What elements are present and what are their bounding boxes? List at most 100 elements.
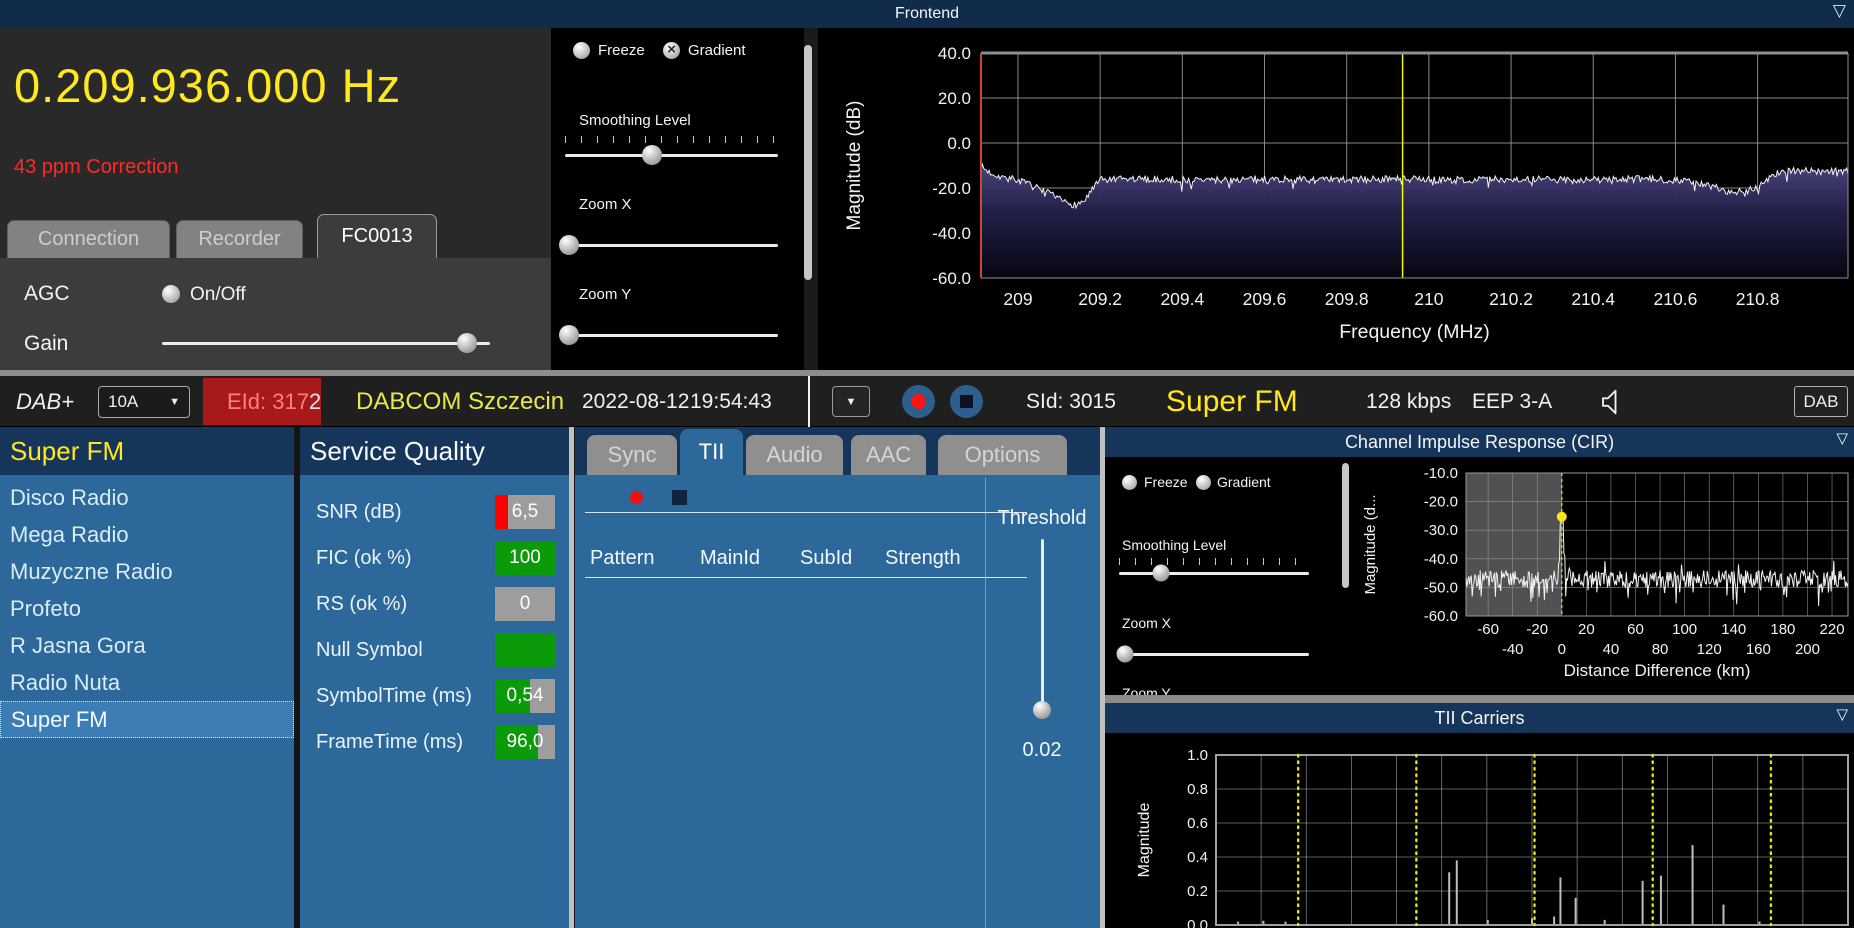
slider-thumb[interactable] (1152, 564, 1170, 582)
time-label: 19:54:43 (690, 389, 772, 413)
svg-text:Magnitude (d...: Magnitude (d... (1362, 494, 1379, 594)
service-quality-title: Service Quality (310, 435, 485, 466)
threshold-label: Threshold (997, 507, 1087, 529)
freeze-checkbox[interactable] (573, 42, 590, 59)
svg-text:160: 160 (1746, 641, 1771, 658)
panel-splitter[interactable] (1105, 695, 1854, 703)
slider-track (565, 153, 778, 157)
frontend-spectrum-plot[interactable]: 40.0 20.0 0.0 -20.0 -40.0 -60.0 209 209.2 209.4 2… (818, 28, 1854, 370)
agc-toggle-label: On/Off (190, 284, 246, 305)
freeze-label: Freeze (598, 42, 645, 59)
cir-smoothing-slider[interactable] (1119, 562, 1309, 584)
zoom-y-label: Zoom Y (1122, 685, 1171, 695)
stop-icon (960, 395, 973, 408)
svg-text:-40.0: -40.0 (932, 224, 971, 243)
cir-zoom-x-slider[interactable] (1116, 643, 1309, 665)
svg-text:40: 40 (1603, 641, 1620, 658)
collapse-triangle-icon[interactable]: ▽ (1836, 705, 1848, 723)
gradient-checkbox[interactable] (1196, 475, 1211, 490)
slider-track (1040, 539, 1044, 715)
svg-text:0: 0 (1558, 641, 1566, 658)
station-item[interactable]: R Jasna Gora (0, 627, 294, 664)
frequency-display: 0.209.936.000 Hz (14, 59, 402, 112)
tii-carriers-titlebar[interactable]: TII Carriers ▽ (1105, 703, 1854, 733)
slider-thumb[interactable] (457, 333, 478, 353)
col-subid: SubId (800, 547, 853, 569)
svg-text:209: 209 (1003, 289, 1032, 309)
svg-text:210.8: 210.8 (1736, 289, 1780, 309)
station-item[interactable]: Muzyczne Radio (0, 553, 294, 590)
stop-button[interactable] (950, 385, 983, 418)
svg-text:0.4: 0.4 (1187, 849, 1208, 866)
zoom-y-slider[interactable] (559, 324, 778, 346)
channel-select[interactable]: 10A ▼ (98, 386, 190, 418)
svg-text:Distance Difference (km): Distance Difference (km) (1564, 661, 1751, 680)
zoom-x-label: Zoom X (579, 196, 632, 213)
svg-text:1.0: 1.0 (1187, 747, 1208, 764)
threshold-slider[interactable] (1032, 539, 1052, 719)
svg-text:20.0: 20.0 (938, 89, 971, 108)
slider-thumb[interactable] (559, 235, 580, 255)
station-item[interactable]: Radio Nuta (0, 664, 294, 701)
svg-text:-40: -40 (1502, 641, 1524, 658)
station-item[interactable]: Disco Radio (0, 479, 294, 516)
collapse-triangle-icon[interactable]: ▽ (1833, 1, 1846, 21)
tii-carriers-plot[interactable]: 1.0 0.8 0.6 0.4 0.2 0.0 Magnitude (1105, 733, 1854, 928)
agc-radio[interactable] (162, 285, 180, 303)
tab-recorder[interactable]: Recorder (176, 220, 303, 258)
date-label: 2022-08-12 (582, 389, 690, 413)
tii-tab-panel: Sync TII Audio AAC Options Pattern MainI… (575, 427, 1100, 928)
svg-text:0.6: 0.6 (1187, 815, 1208, 832)
gradient-checkbox[interactable] (663, 41, 680, 59)
service-id: SId: 3015 (1026, 389, 1116, 413)
tii-carriers-title: TII Carriers (1434, 707, 1525, 728)
metric-label: FIC (ok %) (316, 546, 412, 569)
svg-text:-50.0: -50.0 (1424, 579, 1458, 596)
tab-connection[interactable]: Connection (7, 220, 170, 258)
tab-audio[interactable]: Audio (746, 435, 843, 475)
cir-plot[interactable]: -10.0 -20.0 -30.0 -40.0 -50.0 -60.0 -60 -20 20 60… (1345, 457, 1854, 695)
tab-options[interactable]: Options (938, 435, 1067, 475)
spectrum-scrollbar[interactable] (804, 45, 812, 280)
tab-sync[interactable]: Sync (587, 435, 677, 475)
service-dropdown-button[interactable]: ▼ (832, 386, 870, 417)
collapse-triangle-icon[interactable]: ▽ (1836, 429, 1848, 447)
tab-aac[interactable]: AAC (851, 435, 926, 475)
gain-slider[interactable] (162, 332, 490, 354)
svg-text:0.0: 0.0 (947, 134, 971, 153)
slider-thumb[interactable] (642, 145, 663, 165)
metric-value: 0,54 (506, 685, 544, 706)
record-button[interactable] (902, 385, 935, 418)
threshold-separator (985, 477, 986, 928)
speaker-icon[interactable] (1598, 387, 1628, 422)
tab-fc0013[interactable]: FC0013 (317, 214, 437, 258)
svg-text:100: 100 (1672, 621, 1697, 638)
service-quality-row: Null Symbol (300, 627, 569, 673)
svg-text:140: 140 (1721, 621, 1746, 638)
service-quality-panel: Service Quality SNR (dB) 6,5 FIC (ok %) 100… (300, 427, 569, 928)
svg-text:20: 20 (1578, 621, 1595, 638)
metric-badge: 0 (495, 587, 555, 621)
slider-thumb[interactable] (1033, 700, 1051, 719)
svg-text:210.4: 210.4 (1571, 289, 1615, 309)
svg-text:-40.0: -40.0 (1424, 551, 1458, 568)
slider-thumb[interactable] (1116, 645, 1134, 663)
smoothing-slider[interactable] (565, 144, 778, 166)
cir-titlebar[interactable]: Channel Impulse Response (CIR) ▽ (1105, 427, 1854, 457)
tab-tii[interactable]: TII (680, 429, 743, 475)
service-quality-row: FrameTime (ms) 96,0 (300, 719, 569, 765)
station-item[interactable]: Mega Radio (0, 516, 294, 553)
zoom-x-slider[interactable] (559, 234, 778, 256)
svg-text:60: 60 (1627, 621, 1644, 638)
station-item[interactable]: Super FM (0, 701, 294, 738)
current-service-name: Super FM (1166, 384, 1298, 418)
service-quality-rows: SNR (dB) 6,5 FIC (ok %) 100 RS (ok %) 0 Null S… (300, 489, 569, 765)
cir-controls: Freeze Gradient Smoothing Level Zoom X Z… (1105, 457, 1345, 695)
freeze-checkbox[interactable] (1122, 475, 1137, 490)
station-item[interactable]: Profeto (0, 590, 294, 627)
metric-label: SNR (dB) (316, 500, 402, 523)
svg-text:0.8: 0.8 (1187, 781, 1208, 798)
panel-scrollbar[interactable] (569, 427, 574, 928)
frontend-titlebar[interactable]: Frontend ▽ (0, 0, 1854, 28)
slider-thumb[interactable] (559, 325, 580, 345)
